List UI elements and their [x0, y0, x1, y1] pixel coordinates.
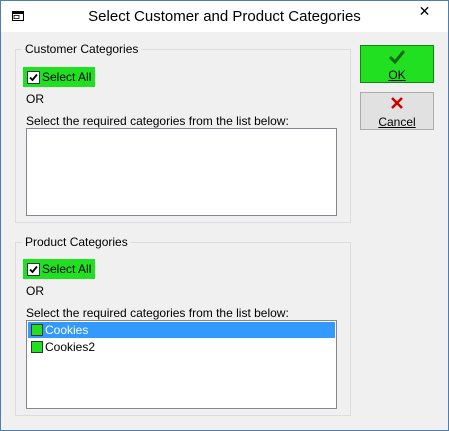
product-categories-label: Product Categories: [22, 235, 131, 249]
customer-categories-label: Customer Categories: [22, 42, 142, 56]
checkmark-icon: [361, 49, 433, 70]
customer-select-all-checkbox[interactable]: Select All: [23, 67, 95, 87]
cancel-button-label: Cancel: [378, 115, 416, 129]
select-all-label: Select All: [42, 70, 92, 84]
item-label: Cookies: [45, 323, 89, 337]
list-item[interactable]: Cookies2: [28, 339, 335, 355]
product-categories-list[interactable]: Cookies Cookies2: [26, 320, 337, 409]
checkmark-icon: [29, 73, 38, 82]
close-icon: [361, 96, 433, 115]
item-checkbox[interactable]: [31, 341, 43, 353]
item-label: Cookies2: [45, 340, 96, 354]
checkbox-box[interactable]: [27, 263, 40, 276]
customer-categories-list[interactable]: [26, 128, 337, 216]
dialog-client-area: Customer Categories Select All OR Select…: [1, 32, 448, 430]
close-button[interactable]: ✕: [409, 1, 440, 21]
window-title: Select Customer and Product Categories: [88, 8, 361, 25]
product-or-label: OR: [26, 284, 44, 298]
item-checkbox[interactable]: [31, 324, 43, 336]
product-instruction: Select the required categories from the …: [26, 306, 289, 320]
select-all-label: Select All: [42, 262, 92, 276]
checkmark-icon: [29, 265, 38, 274]
ok-button[interactable]: OK: [360, 45, 434, 83]
list-item[interactable]: Cookies: [28, 322, 335, 338]
ok-button-label: OK: [388, 68, 406, 82]
cancel-button[interactable]: Cancel: [360, 92, 434, 130]
product-select-all-checkbox[interactable]: Select All: [23, 259, 95, 279]
dialog-window: Select Customer and Product Categories ✕…: [0, 0, 449, 431]
close-icon: ✕: [418, 3, 431, 19]
checkbox-box[interactable]: [27, 71, 40, 84]
customer-or-label: OR: [26, 92, 44, 106]
title-bar[interactable]: Select Customer and Product Categories ✕: [1, 1, 448, 32]
customer-instruction: Select the required categories from the …: [26, 114, 289, 128]
